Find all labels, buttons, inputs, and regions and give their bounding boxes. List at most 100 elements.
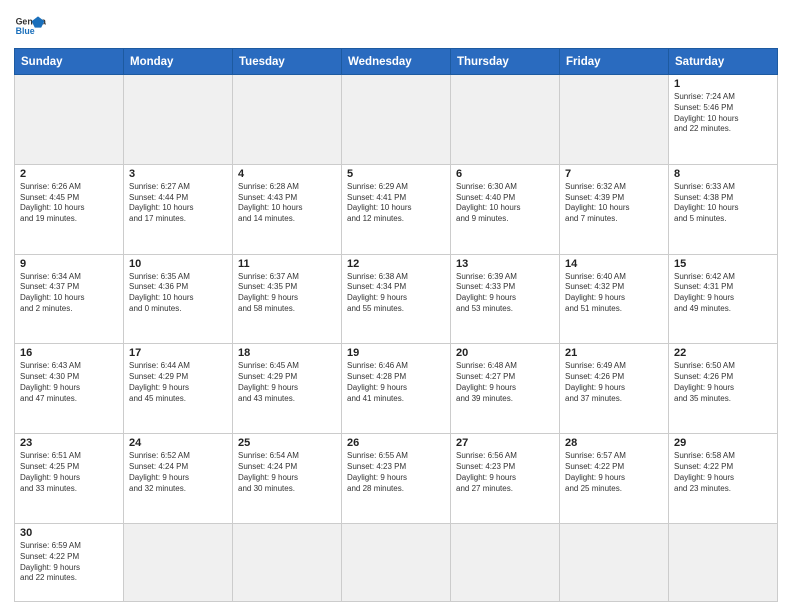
calendar-cell: 29 Sunrise: 6:58 AM Sunset: 4:22 PM Dayli… (669, 434, 778, 524)
calendar-cell (451, 524, 560, 602)
calendar-cell (15, 75, 124, 165)
calendar-cell: 30 Sunrise: 6:59 AM Sunset: 4:22 PM Dayli… (15, 524, 124, 602)
calendar-cell (342, 75, 451, 165)
calendar-cell: 22 Sunrise: 6:50 AM Sunset: 4:26 PM Dayli… (669, 344, 778, 434)
day-number: 12 (347, 258, 445, 270)
day-number: 17 (129, 347, 227, 359)
calendar-cell: 14 Sunrise: 6:40 AM Sunset: 4:32 PM Dayli… (560, 254, 669, 344)
day-info: Sunrise: 6:30 AM Sunset: 4:40 PM Dayligh… (456, 182, 554, 225)
day-info: Sunrise: 6:38 AM Sunset: 4:34 PM Dayligh… (347, 272, 445, 315)
day-number: 6 (456, 168, 554, 180)
day-info: Sunrise: 6:37 AM Sunset: 4:35 PM Dayligh… (238, 272, 336, 315)
day-info: Sunrise: 6:49 AM Sunset: 4:26 PM Dayligh… (565, 361, 663, 404)
calendar-week-row: 23Sunrise: 6:51 AM Sunset: 4:25 PM Dayli… (15, 434, 778, 524)
day-number: 8 (674, 168, 772, 180)
generalblue-logo-icon: General Blue (14, 10, 46, 42)
day-info: Sunrise: 6:44 AM Sunset: 4:29 PM Dayligh… (129, 361, 227, 404)
calendar-cell: 16Sunrise: 6:43 AM Sunset: 4:30 PM Dayli… (15, 344, 124, 434)
day-number: 25 (238, 437, 336, 449)
calendar-cell (451, 75, 560, 165)
day-number: 24 (129, 437, 227, 449)
day-number: 22 (674, 347, 772, 359)
calendar-cell: 27 Sunrise: 6:56 AM Sunset: 4:23 PM Dayli… (451, 434, 560, 524)
day-number: 4 (238, 168, 336, 180)
calendar-cell: 8 Sunrise: 6:33 AM Sunset: 4:38 PM Daylig… (669, 164, 778, 254)
calendar-cell: 26 Sunrise: 6:55 AM Sunset: 4:23 PM Dayli… (342, 434, 451, 524)
calendar-week-row: 1Sunrise: 7:24 AM Sunset: 5:46 PM Daylig… (15, 75, 778, 165)
calendar-week-row: 16Sunrise: 6:43 AM Sunset: 4:30 PM Dayli… (15, 344, 778, 434)
weekday-header-sunday: Sunday (15, 49, 124, 75)
calendar-cell: 1Sunrise: 7:24 AM Sunset: 5:46 PM Daylig… (669, 75, 778, 165)
weekday-header-tuesday: Tuesday (233, 49, 342, 75)
weekday-header-monday: Monday (124, 49, 233, 75)
calendar-cell: 28Sunrise: 6:57 AM Sunset: 4:22 PM Dayli… (560, 434, 669, 524)
day-info: Sunrise: 6:28 AM Sunset: 4:43 PM Dayligh… (238, 182, 336, 225)
day-info: Sunrise: 6:50 AM Sunset: 4:26 PM Dayligh… (674, 361, 772, 404)
day-number: 13 (456, 258, 554, 270)
day-info: Sunrise: 6:59 AM Sunset: 4:22 PM Dayligh… (20, 541, 118, 584)
day-number: 29 (674, 437, 772, 449)
day-number: 16 (20, 347, 118, 359)
calendar-cell: 23Sunrise: 6:51 AM Sunset: 4:25 PM Dayli… (15, 434, 124, 524)
day-number: 27 (456, 437, 554, 449)
day-info: Sunrise: 6:26 AM Sunset: 4:45 PM Dayligh… (20, 182, 118, 225)
calendar-cell: 18 Sunrise: 6:45 AM Sunset: 4:29 PM Dayli… (233, 344, 342, 434)
calendar-cell: 5 Sunrise: 6:29 AM Sunset: 4:41 PM Daylig… (342, 164, 451, 254)
day-number: 5 (347, 168, 445, 180)
day-number: 2 (20, 168, 118, 180)
day-info: Sunrise: 6:27 AM Sunset: 4:44 PM Dayligh… (129, 182, 227, 225)
day-number: 11 (238, 258, 336, 270)
calendar-cell: 11 Sunrise: 6:37 AM Sunset: 4:35 PM Dayli… (233, 254, 342, 344)
day-info: Sunrise: 6:42 AM Sunset: 4:31 PM Dayligh… (674, 272, 772, 315)
calendar-cell (233, 75, 342, 165)
day-info: Sunrise: 6:33 AM Sunset: 4:38 PM Dayligh… (674, 182, 772, 225)
calendar-table: SundayMondayTuesdayWednesdayThursdayFrid… (14, 48, 778, 602)
day-info: Sunrise: 6:48 AM Sunset: 4:27 PM Dayligh… (456, 361, 554, 404)
day-info: Sunrise: 6:57 AM Sunset: 4:22 PM Dayligh… (565, 451, 663, 494)
calendar-cell: 13 Sunrise: 6:39 AM Sunset: 4:33 PM Dayli… (451, 254, 560, 344)
day-info: Sunrise: 6:52 AM Sunset: 4:24 PM Dayligh… (129, 451, 227, 494)
day-info: Sunrise: 6:56 AM Sunset: 4:23 PM Dayligh… (456, 451, 554, 494)
calendar-cell (124, 524, 233, 602)
day-info: Sunrise: 6:55 AM Sunset: 4:23 PM Dayligh… (347, 451, 445, 494)
calendar-cell: 10Sunrise: 6:35 AM Sunset: 4:36 PM Dayli… (124, 254, 233, 344)
calendar-week-row: 9 Sunrise: 6:34 AM Sunset: 4:37 PM Daylig… (15, 254, 778, 344)
calendar-cell (233, 524, 342, 602)
day-info: Sunrise: 6:58 AM Sunset: 4:22 PM Dayligh… (674, 451, 772, 494)
header: General Blue (14, 10, 778, 42)
day-info: Sunrise: 6:32 AM Sunset: 4:39 PM Dayligh… (565, 182, 663, 225)
day-number: 10 (129, 258, 227, 270)
calendar-cell: 17 Sunrise: 6:44 AM Sunset: 4:29 PM Dayli… (124, 344, 233, 434)
day-info: Sunrise: 6:51 AM Sunset: 4:25 PM Dayligh… (20, 451, 118, 494)
day-info: Sunrise: 6:29 AM Sunset: 4:41 PM Dayligh… (347, 182, 445, 225)
day-info: Sunrise: 6:39 AM Sunset: 4:33 PM Dayligh… (456, 272, 554, 315)
logo: General Blue (14, 10, 46, 42)
day-number: 1 (674, 78, 772, 90)
day-info: Sunrise: 6:54 AM Sunset: 4:24 PM Dayligh… (238, 451, 336, 494)
day-info: Sunrise: 6:45 AM Sunset: 4:29 PM Dayligh… (238, 361, 336, 404)
calendar-week-row: 30 Sunrise: 6:59 AM Sunset: 4:22 PM Dayli… (15, 524, 778, 602)
calendar-cell (669, 524, 778, 602)
calendar-cell: 24 Sunrise: 6:52 AM Sunset: 4:24 PM Dayli… (124, 434, 233, 524)
day-number: 9 (20, 258, 118, 270)
day-number: 18 (238, 347, 336, 359)
day-number: 21 (565, 347, 663, 359)
calendar-cell: 2 Sunrise: 6:26 AM Sunset: 4:45 PM Daylig… (15, 164, 124, 254)
calendar-cell (124, 75, 233, 165)
calendar-cell: 12 Sunrise: 6:38 AM Sunset: 4:34 PM Dayli… (342, 254, 451, 344)
day-number: 14 (565, 258, 663, 270)
calendar-cell: 21 Sunrise: 6:49 AM Sunset: 4:26 PM Dayli… (560, 344, 669, 434)
calendar-cell: 3 Sunrise: 6:27 AM Sunset: 4:44 PM Daylig… (124, 164, 233, 254)
weekday-header-thursday: Thursday (451, 49, 560, 75)
day-info: Sunrise: 6:34 AM Sunset: 4:37 PM Dayligh… (20, 272, 118, 315)
day-number: 3 (129, 168, 227, 180)
weekday-header-friday: Friday (560, 49, 669, 75)
weekday-header-wednesday: Wednesday (342, 49, 451, 75)
calendar-cell (560, 524, 669, 602)
calendar-cell: 4 Sunrise: 6:28 AM Sunset: 4:43 PM Daylig… (233, 164, 342, 254)
day-info: Sunrise: 6:40 AM Sunset: 4:32 PM Dayligh… (565, 272, 663, 315)
weekday-header-saturday: Saturday (669, 49, 778, 75)
day-number: 30 (20, 527, 118, 539)
calendar-cell (560, 75, 669, 165)
day-number: 26 (347, 437, 445, 449)
